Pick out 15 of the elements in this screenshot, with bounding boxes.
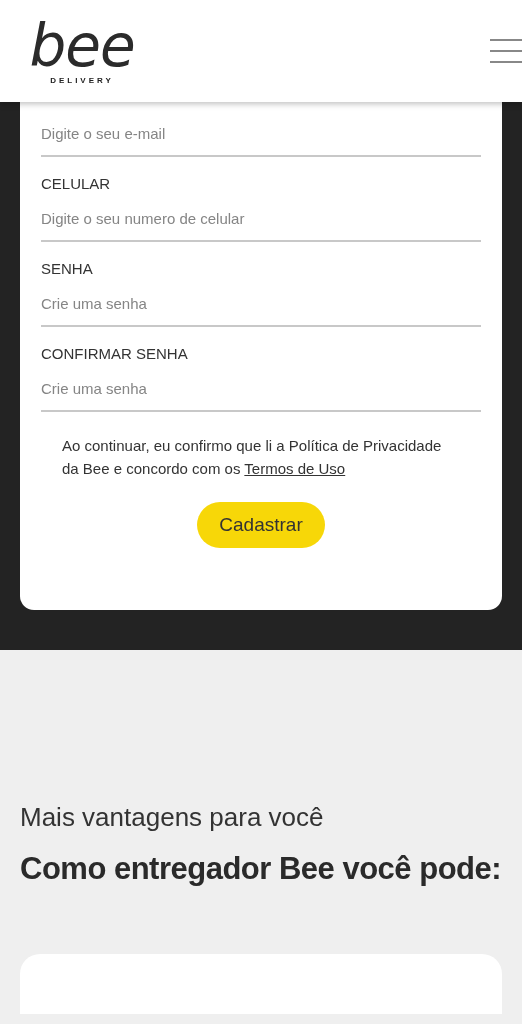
section-subtitle: Mais vantagens para você <box>20 801 325 834</box>
logo-wordmark: bee <box>29 17 135 74</box>
submit-button[interactable]: Cadastrar <box>197 502 325 548</box>
field-label: SENHA <box>41 259 94 279</box>
consent-text: Ao continuar, eu confirmo que li a Política de Privacidade da Bee e concordo com os Termos de Uso <box>61 436 443 479</box>
terms-link[interactable]: Termos de Uso <box>244 460 346 477</box>
input-field[interactable]: Digite o seu numero de celular <box>41 197 481 242</box>
input-field[interactable]: Crie uma senha <box>41 282 481 327</box>
field-label: CONFIRMAR SENHA <box>41 344 189 364</box>
input-field[interactable]: Digite o seu e-mail <box>41 112 481 157</box>
menu-icon[interactable] <box>490 38 522 64</box>
input-field[interactable]: Crie uma senha <box>41 367 481 412</box>
section-title: Como entregador Bee você pode: <box>20 850 502 888</box>
field-label: CELULAR <box>41 174 112 194</box>
logo-subtitle: DELIVERY <box>50 75 114 85</box>
